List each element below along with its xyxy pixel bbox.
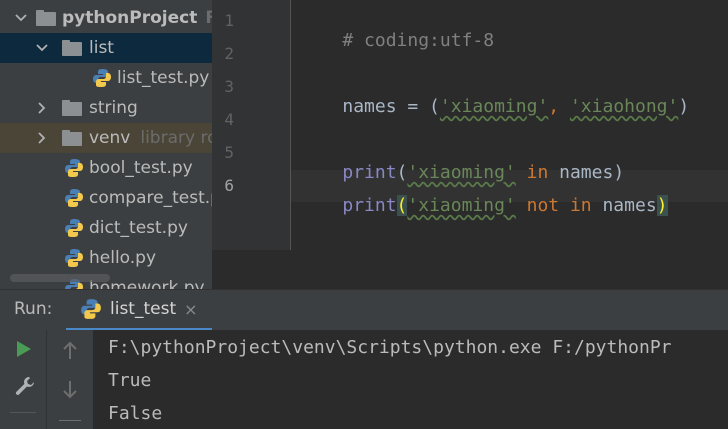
console-line: True [108, 370, 152, 391]
folder-icon [62, 100, 82, 116]
code-string: 'xiaohong' [569, 96, 679, 117]
horizontal-scrollbar[interactable] [10, 274, 110, 282]
python-file-icon [64, 248, 84, 268]
code-string: 'xiaoming' [439, 96, 549, 117]
tree-label: list_test.py [117, 68, 210, 88]
chevron-right-icon[interactable] [35, 101, 49, 115]
code-token: names [602, 195, 657, 216]
code-editor[interactable]: # coding:utf-8 names = ('xiaoming', 'xia… [291, 0, 728, 289]
tree-item-list-test-py[interactable]: list_test.py [0, 63, 212, 93]
code-line-6: print('xiaoming' not in names) [299, 174, 668, 237]
code-line-3: names = ('xiaoming', 'xiaohong') [299, 75, 689, 138]
matched-paren: ) [656, 195, 668, 216]
chevron-right-icon[interactable] [35, 131, 49, 145]
tree-root-python-project[interactable]: pythonProject F [0, 3, 212, 33]
python-file-icon [64, 218, 84, 238]
project-name: pythonProject [62, 8, 198, 28]
line-number: 5 [224, 143, 234, 162]
venv-hint: library ro [140, 128, 212, 148]
folder-icon [36, 10, 56, 26]
run-console[interactable]: F:\pythonProject\venv\Scripts\python.exe… [93, 330, 728, 429]
code-string: 'xiaoming' [407, 195, 516, 216]
line-number: 3 [224, 77, 234, 96]
line-number: 2 [224, 44, 234, 63]
code-keyword: not [515, 195, 570, 216]
matched-paren: ( [396, 195, 408, 216]
tree-label: string [89, 98, 138, 118]
tree-item-list[interactable]: list [0, 33, 212, 63]
venv-name: venv [89, 128, 131, 148]
arrow-down-icon[interactable] [61, 378, 79, 400]
run-toolbar [0, 330, 46, 429]
code-token: names = ( [342, 96, 440, 117]
toolbar-divider [59, 420, 81, 421]
tree-item-compare-test-py[interactable]: compare_test.p [0, 183, 212, 213]
tree-item-venv[interactable]: venv library ro [0, 123, 212, 153]
tree-item-bool-test-py[interactable]: bool_test.py [0, 153, 212, 183]
close-icon[interactable]: × [184, 300, 197, 319]
run-title: Run: [14, 299, 53, 319]
tree-item-string[interactable]: string [0, 93, 212, 123]
code-token: ) [678, 96, 690, 117]
folder-icon [62, 40, 82, 56]
tree-label: hello.py [89, 248, 157, 268]
run-tab-list-test[interactable]: list_test × [66, 290, 212, 331]
run-toolbar-secondary [46, 330, 94, 429]
python-file-icon [64, 158, 84, 178]
line-number-current: 6 [224, 176, 234, 195]
code-builtin: print [342, 195, 397, 216]
editor-empty-area [212, 250, 728, 289]
toolbar-divider [10, 412, 36, 413]
console-line: False [108, 403, 163, 424]
code-token: , [548, 96, 570, 117]
wrench-icon[interactable] [14, 375, 36, 397]
tree-label: venv library ro [89, 128, 212, 148]
tree-item-hello-py[interactable]: hello.py [0, 243, 212, 273]
chevron-down-icon[interactable] [14, 11, 28, 25]
folder-icon [62, 130, 82, 146]
code-comment: # coding:utf-8 [342, 30, 495, 51]
python-file-icon [64, 188, 84, 208]
run-tab-label: list_test [110, 299, 177, 319]
chevron-down-icon[interactable] [35, 41, 49, 55]
python-file-icon [92, 68, 112, 88]
tree-label: dict_test.py [89, 218, 188, 238]
tree-label: list [89, 38, 114, 58]
line-number: 1 [224, 11, 234, 30]
rerun-play-icon[interactable] [15, 340, 33, 358]
tree-item-dict-test-py[interactable]: dict_test.py [0, 213, 212, 243]
code-keyword: in [569, 195, 603, 216]
tree-label: compare_test.p [89, 188, 212, 208]
project-path-hint: F [205, 8, 212, 28]
tree-label: bool_test.py [89, 158, 193, 178]
tree-label: pythonProject F [62, 8, 212, 28]
python-file-icon [80, 298, 102, 320]
project-panel: pythonProject F list list_test.py string … [0, 0, 212, 289]
arrow-up-icon[interactable] [61, 340, 79, 362]
console-line: F:\pythonProject\venv\Scripts\python.exe… [108, 337, 672, 358]
line-number: 4 [224, 110, 234, 129]
editor-gutter: 1 2 3 4 5 6 [212, 0, 290, 289]
run-toolwindow-header: Run: list_test × [0, 289, 728, 331]
code-line-1: # coding:utf-8 [299, 9, 494, 72]
